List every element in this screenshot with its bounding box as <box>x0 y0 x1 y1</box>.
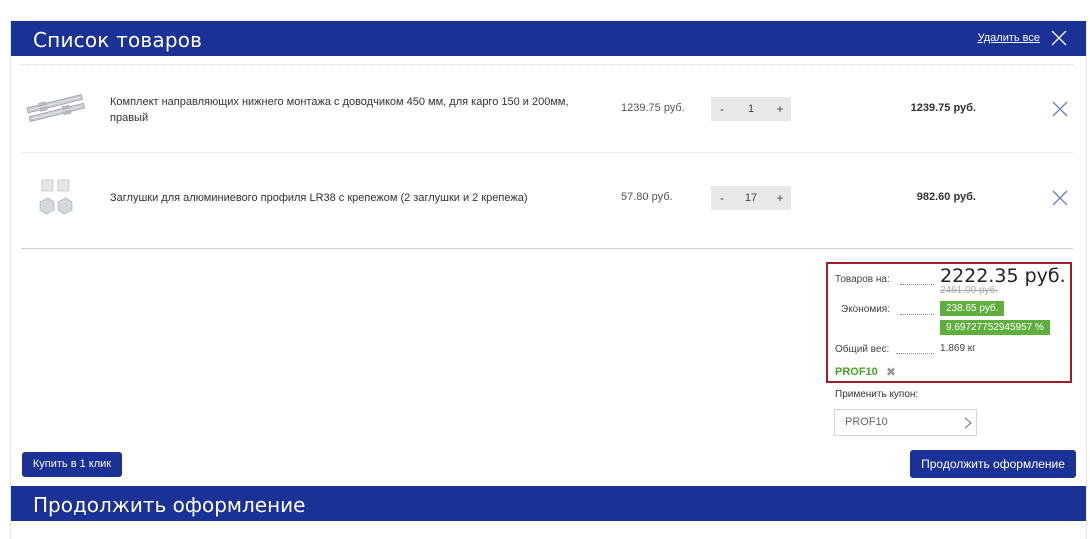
weight-value: 1.869 кг <box>940 343 976 354</box>
chevron-right-icon[interactable] <box>962 416 974 430</box>
savings-percent-badge: 9.69727752945957 % <box>940 320 1050 335</box>
dotted-leader <box>900 314 934 315</box>
close-icon[interactable] <box>1051 100 1069 118</box>
checkout-title: Продолжить оформление <box>33 493 306 517</box>
close-icon[interactable] <box>1051 189 1069 207</box>
savings-amount-badge: 238.65 руб. <box>940 301 1005 316</box>
product-name[interactable]: Заглушки для алюминиевого профиля LR38 с… <box>110 190 600 206</box>
divider <box>21 248 1073 249</box>
goods-total: 2222.35 руб. <box>940 265 1066 287</box>
old-total: 2461.00 руб. <box>940 285 998 296</box>
qty-minus-button[interactable]: - <box>711 97 733 121</box>
qty-plus-button[interactable]: + <box>769 97 791 121</box>
dotted-leader <box>896 353 934 354</box>
weight-label: Общий вес: <box>835 344 890 355</box>
coupon-input[interactable]: PROF10 <box>834 409 977 436</box>
goods-label: Товаров на: <box>835 274 890 285</box>
product-image-rail[interactable] <box>26 85 86 133</box>
coupon-remove-icon[interactable]: ✖ <box>886 365 896 379</box>
savings-label: Экономия: <box>841 304 890 315</box>
qty-input[interactable]: 1 <box>733 97 769 121</box>
close-icon[interactable] <box>1050 29 1068 47</box>
cart-row: Комплект направляющих нижнего монтажа с … <box>21 65 1073 153</box>
checkout-header: Продолжить оформление <box>11 486 1086 521</box>
quantity-stepper: - 1 + <box>711 97 791 121</box>
qty-plus-button[interactable]: + <box>769 186 791 210</box>
qty-minus-button[interactable]: - <box>711 186 733 210</box>
unit-price: 1239.75 руб. <box>621 102 685 114</box>
applied-coupon: PROF10 <box>835 366 878 378</box>
unit-price: 57.80 руб. <box>621 191 673 203</box>
page-title: Список товаров <box>33 28 203 52</box>
dotted-leader <box>900 284 934 285</box>
cart-panel: Список товаров Удалить все Комплект напр… <box>10 21 1087 539</box>
buy-one-click-button[interactable]: Купить в 1 клик <box>22 452 122 477</box>
product-image-caps[interactable] <box>26 174 86 222</box>
coupon-label: Применить купон: <box>835 389 919 400</box>
order-summary: Товаров на: 2222.35 руб. 2461.00 руб. Эк… <box>826 262 1072 383</box>
cart-row: Заглушки для алюминиевого профиля LR38 с… <box>21 154 1073 242</box>
row-total: 1239.75 руб. <box>910 102 976 114</box>
product-name[interactable]: Комплект направляющих нижнего монтажа с … <box>110 94 600 126</box>
cart-header: Список товаров Удалить все <box>11 21 1086 56</box>
delete-all-link[interactable]: Удалить все <box>978 32 1040 44</box>
quantity-stepper: - 17 + <box>711 186 791 210</box>
row-total: 982.60 руб. <box>916 191 976 203</box>
continue-checkout-button[interactable]: Продолжить оформление <box>910 450 1076 478</box>
qty-input[interactable]: 17 <box>733 186 769 210</box>
